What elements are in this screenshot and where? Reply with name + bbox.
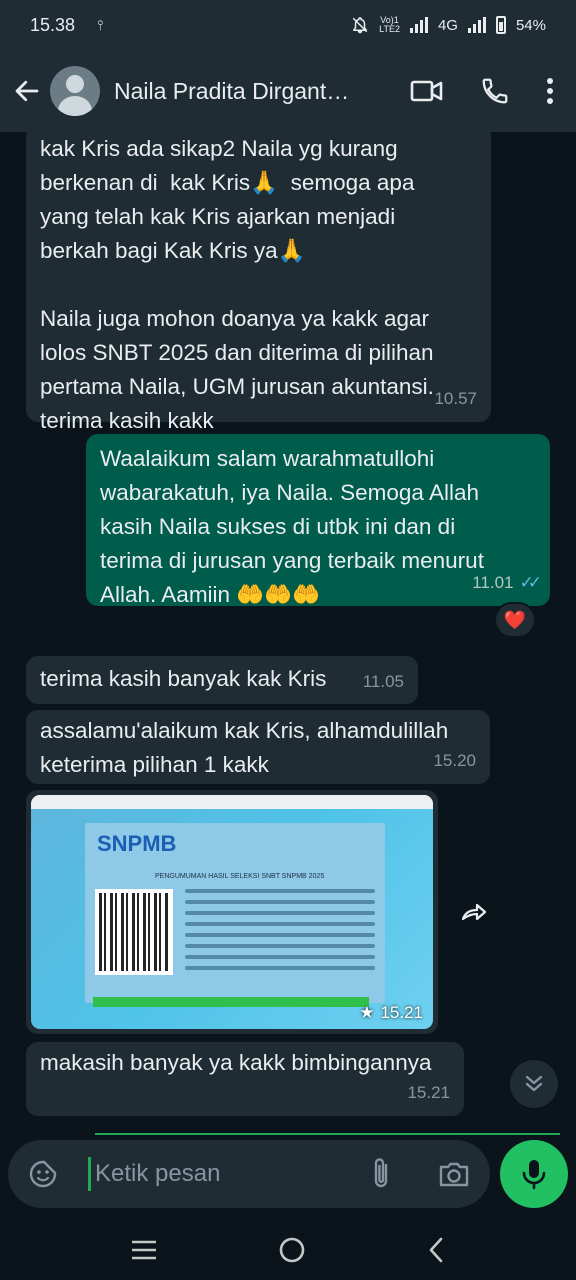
more-icon[interactable]: [546, 76, 554, 106]
composer-actions: [370, 1157, 470, 1191]
chat-area[interactable]: kak Kris ada sikap2 Naila yg kurang berk…: [0, 132, 576, 1140]
message-incoming[interactable]: makasih banyak ya kakk bimbingannya 15.2…: [26, 1042, 464, 1116]
heart-reaction: ❤️: [503, 609, 527, 630]
message-input[interactable]: [95, 1160, 345, 1188]
message-meta: 10.57: [434, 382, 477, 416]
star-icon: ★: [359, 1003, 375, 1022]
message-text: kak Kris ada sikap2 Naila yg kurang berk…: [40, 136, 434, 433]
image-thumbnail[interactable]: SNPMB PENGUMUMAN HASIL SELEKSI SNBT SNPM…: [31, 795, 433, 1029]
mute-icon: [352, 17, 368, 34]
status-right: Vo)1 LTE2 4G 54%: [351, 16, 546, 34]
message-meta: 15.21: [407, 1076, 450, 1110]
divider-line: [95, 1133, 560, 1135]
home-icon[interactable]: [278, 1236, 306, 1264]
image-green-bar: [93, 997, 369, 1007]
message-meta: ★ 15.21: [359, 1003, 423, 1023]
battery-percent: 54%: [515, 16, 546, 34]
message-text: Waalaikum salam warahmatullohi wabarakat…: [100, 446, 484, 607]
message-time: 10.57: [434, 389, 477, 408]
network-type: 4G: [437, 16, 458, 34]
image-message[interactable]: SNPMB PENGUMUMAN HASIL SELEKSI SNBT SNPM…: [26, 790, 438, 1034]
mic-icon: [522, 1160, 546, 1190]
message-incoming[interactable]: assalamu'alaikum kak Kris, alhamdulillah…: [26, 710, 490, 784]
message-time: 15.21: [380, 1003, 423, 1022]
video-call-icon[interactable]: [410, 76, 444, 106]
text-cursor: [88, 1157, 91, 1191]
volte-indicator: Vo)1 LTE2: [379, 16, 400, 34]
contact-name[interactable]: Naila Pradita Dirgant…: [114, 78, 374, 105]
message-incoming[interactable]: terima kasih banyak kak Kris 11.05: [26, 656, 418, 704]
phone-icon[interactable]: [480, 76, 510, 106]
qr-code-icon: [95, 889, 173, 975]
message-time: 15.20: [433, 751, 476, 770]
recents-icon[interactable]: [130, 1239, 158, 1261]
message-time: 11.05: [362, 672, 404, 691]
message-time: 11.01: [472, 573, 514, 592]
reaction-badge[interactable]: ❤️: [494, 602, 536, 638]
avatar[interactable]: [50, 66, 100, 116]
message-meta: 11.01 ✓✓: [472, 566, 542, 600]
message-meta: 11.05: [363, 665, 404, 699]
image-card: SNPMB PENGUMUMAN HASIL SELEKSI SNBT SNPM…: [85, 823, 385, 1003]
composer-pill: [8, 1140, 490, 1208]
message-text: assalamu'alaikum kak Kris, alhamdulillah…: [40, 718, 449, 777]
chat-header: Naila Pradita Dirgant…: [0, 50, 576, 132]
system-nav-bar: [0, 1220, 576, 1280]
camera-icon[interactable]: [438, 1160, 470, 1188]
signal-icon: [409, 17, 428, 33]
composer: [0, 1140, 576, 1220]
image-browser-bar: [31, 795, 433, 809]
image-text-lines: [185, 889, 375, 977]
message-meta: 15.20: [433, 744, 476, 778]
status-bar: 15.38 ⫯ Vo)1 LTE2 4G 54%: [0, 0, 576, 50]
back-arrow-icon[interactable]: [12, 76, 42, 106]
message-text: makasih banyak ya kakk bimbingannya: [40, 1050, 432, 1075]
usb-icon: ⫯: [97, 16, 104, 33]
message-time: 15.21: [407, 1083, 450, 1102]
snpmb-logo: SNPMB: [97, 831, 177, 856]
volte-line2: LTE2: [379, 24, 400, 34]
back-icon[interactable]: [426, 1236, 446, 1264]
message-outgoing[interactable]: Waalaikum salam warahmatullohi wabarakat…: [86, 434, 550, 607]
double-chevron-down-icon[interactable]: [510, 1060, 558, 1108]
forward-icon[interactable]: [451, 889, 497, 935]
status-time: 15.38: [30, 14, 76, 35]
read-ticks-icon: ✓✓: [519, 573, 542, 592]
image-heading: PENGUMUMAN HASIL SELEKSI SNBT SNPMB 2025: [155, 873, 325, 880]
header-actions: [410, 76, 564, 106]
attach-icon[interactable]: [370, 1157, 392, 1191]
message-incoming[interactable]: kak Kris ada sikap2 Naila yg kurang berk…: [26, 132, 491, 433]
battery-icon: [495, 16, 506, 34]
mic-button[interactable]: [500, 1140, 568, 1208]
message-text: terima kasih banyak kak Kris: [40, 666, 327, 691]
sticker-icon[interactable]: [28, 1159, 58, 1189]
signal-icon-2: [467, 17, 486, 33]
